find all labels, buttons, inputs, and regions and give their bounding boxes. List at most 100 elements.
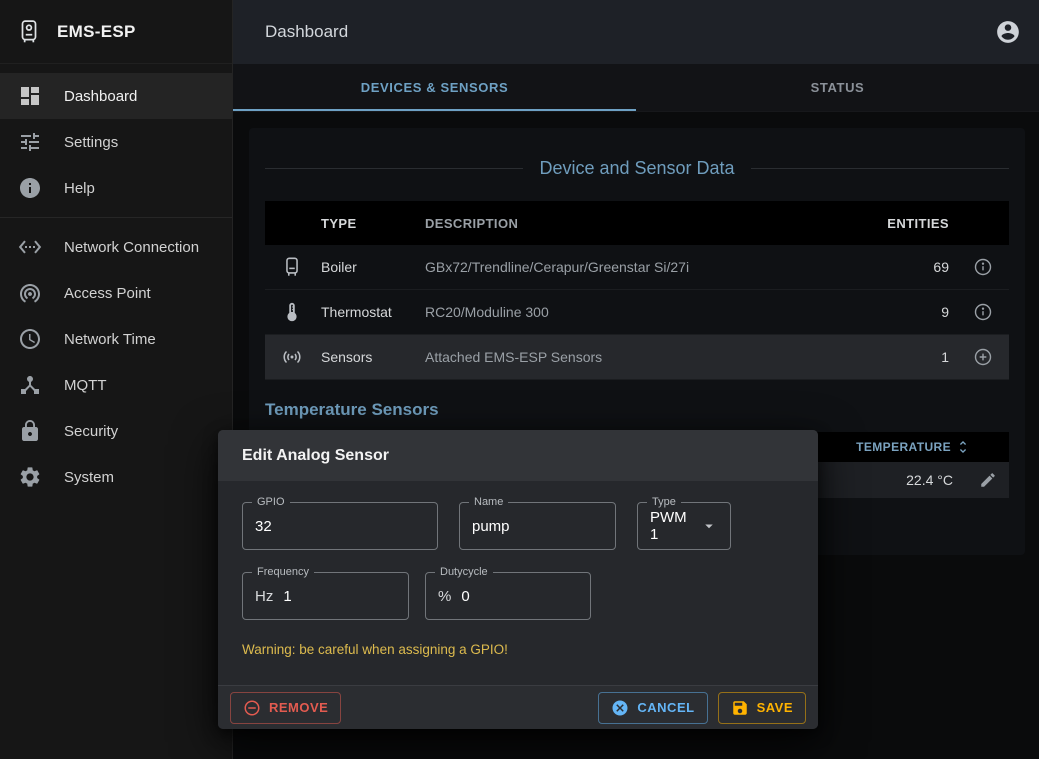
col-description: DESCRIPTION	[425, 216, 879, 231]
section-title: Device and Sensor Data	[265, 158, 1009, 179]
sidebar-item-label: Security	[64, 423, 118, 440]
sidebar: EMS-ESP Dashboard Settings Help Networ	[0, 0, 233, 759]
gpio-field-label: GPIO	[252, 496, 290, 509]
sidebar-item-security[interactable]: Security	[0, 408, 232, 454]
type-select-value: PWM 1	[650, 509, 696, 543]
sidebar-item-label: Access Point	[64, 285, 151, 302]
tab-label: STATUS	[811, 80, 865, 95]
sidebar-item-help[interactable]: Help	[0, 165, 232, 211]
sidebar-divider	[0, 217, 232, 218]
dashboard-icon	[18, 84, 42, 108]
sidebar-item-label: Dashboard	[64, 88, 137, 105]
device-table-header: TYPE DESCRIPTION ENTITIES	[265, 201, 1009, 245]
name-field[interactable]: Name	[459, 502, 616, 550]
account-circle-icon[interactable]	[995, 19, 1021, 45]
frequency-field-label: Frequency	[252, 566, 314, 579]
sidebar-item-access-point[interactable]: Access Point	[0, 270, 232, 316]
dialog-title: Edit Analog Sensor	[218, 430, 818, 481]
brand: EMS-ESP	[0, 0, 232, 64]
edit-analog-sensor-dialog: Edit Analog Sensor GPIO Name Type PWM 1 …	[218, 430, 818, 729]
type-select[interactable]: Type PWM 1	[637, 502, 731, 550]
dialog-footer: REMOVE CANCEL SAVE	[218, 685, 818, 729]
lock-icon	[18, 419, 42, 443]
sidebar-item-settings[interactable]: Settings	[0, 119, 232, 165]
save-floppy-icon	[731, 699, 749, 717]
dutycycle-field[interactable]: Dutycycle %	[425, 572, 591, 620]
sidebar-item-label: MQTT	[64, 377, 107, 394]
gpio-field[interactable]: GPIO	[242, 502, 438, 550]
sidebar-item-network-time[interactable]: Network Time	[0, 316, 232, 362]
table-row-sensors[interactable]: Sensors Attached EMS-ESP Sensors 1	[265, 335, 1009, 380]
tab-label: DEVICES & SENSORS	[361, 80, 508, 95]
cancel-button-label: CANCEL	[637, 700, 694, 715]
sidebar-item-label: System	[64, 469, 114, 486]
info-circle-icon[interactable]	[949, 302, 993, 322]
device-type: Sensors	[321, 349, 425, 365]
chevron-down-icon	[700, 517, 718, 535]
name-field-label: Name	[469, 496, 508, 509]
tab-devices-sensors[interactable]: DEVICES & SENSORS	[233, 64, 636, 111]
cancel-button[interactable]: CANCEL	[598, 692, 707, 724]
device-description: GBx72/Trendline/Cerapur/Greenstar Si/27i	[425, 259, 879, 275]
device-type: Thermostat	[321, 304, 425, 320]
tab-status[interactable]: STATUS	[636, 64, 1039, 111]
col-temperature: TEMPERATURE	[856, 440, 951, 454]
remove-button[interactable]: REMOVE	[230, 692, 341, 724]
cancel-circle-icon	[611, 699, 629, 717]
gpio-warning-text: Warning: be careful when assigning a GPI…	[242, 642, 794, 657]
dutycycle-input[interactable]	[461, 588, 578, 605]
clock-icon	[18, 327, 42, 351]
info-icon	[18, 176, 42, 200]
water-heater-icon	[16, 18, 42, 46]
sidebar-item-dashboard[interactable]: Dashboard	[0, 73, 232, 119]
sidebar-item-label: Help	[64, 180, 95, 197]
device-entities: 1	[879, 349, 949, 365]
temperature-sensors-title: Temperature Sensors	[265, 400, 1009, 420]
sidebar-item-system[interactable]: System	[0, 454, 232, 500]
dutycycle-unit-prefix: %	[438, 588, 451, 605]
wifi-tethering-icon	[18, 281, 42, 305]
remove-button-label: REMOVE	[269, 700, 328, 715]
page-title: Dashboard	[265, 22, 995, 42]
sidebar-item-mqtt[interactable]: MQTT	[0, 362, 232, 408]
info-circle-icon[interactable]	[949, 257, 993, 277]
add-circle-icon[interactable]	[949, 347, 993, 367]
remove-circle-icon	[243, 699, 261, 717]
edit-pencil-icon[interactable]	[979, 471, 997, 489]
dialog-field-row-1: GPIO Name Type PWM 1	[242, 502, 794, 550]
device-hub-icon	[18, 373, 42, 397]
thermostat-icon	[281, 301, 321, 323]
frequency-unit-prefix: Hz	[255, 588, 273, 605]
table-row-boiler[interactable]: Boiler GBx72/Trendline/Cerapur/Greenstar…	[265, 245, 1009, 290]
appbar: Dashboard	[233, 0, 1039, 64]
dialog-field-row-2: Frequency Hz Dutycycle %	[242, 572, 794, 620]
col-type: TYPE	[321, 216, 425, 231]
temperature-value: 22.4 °C	[906, 472, 953, 488]
frequency-field[interactable]: Frequency Hz	[242, 572, 409, 620]
gear-icon	[18, 465, 42, 489]
sidebar-item-label: Network Connection	[64, 239, 199, 256]
gpio-input[interactable]	[255, 518, 425, 535]
device-description: RC20/Moduline 300	[425, 304, 879, 320]
unfold-more-icon[interactable]	[955, 439, 971, 455]
sidebar-item-network-connection[interactable]: Network Connection	[0, 224, 232, 270]
boiler-icon	[281, 256, 321, 278]
device-description: Attached EMS-ESP Sensors	[425, 349, 879, 365]
name-input[interactable]	[472, 518, 603, 535]
dutycycle-field-label: Dutycycle	[435, 566, 493, 579]
app-title: EMS-ESP	[57, 22, 136, 42]
sidebar-nav: Dashboard Settings Help Network Connecti…	[0, 64, 232, 500]
sensors-icon	[281, 346, 321, 368]
tab-bar: DEVICES & SENSORS STATUS	[233, 64, 1039, 112]
device-entities: 9	[879, 304, 949, 320]
section-title-text: Device and Sensor Data	[539, 158, 734, 179]
frequency-input[interactable]	[283, 588, 396, 605]
table-row-thermostat[interactable]: Thermostat RC20/Moduline 300 9	[265, 290, 1009, 335]
save-button[interactable]: SAVE	[718, 692, 806, 724]
col-entities: ENTITIES	[879, 216, 949, 231]
device-type: Boiler	[321, 259, 425, 275]
save-button-label: SAVE	[757, 700, 793, 715]
sidebar-item-label: Network Time	[64, 331, 156, 348]
ethernet-icon	[18, 235, 42, 259]
sidebar-item-label: Settings	[64, 134, 118, 151]
